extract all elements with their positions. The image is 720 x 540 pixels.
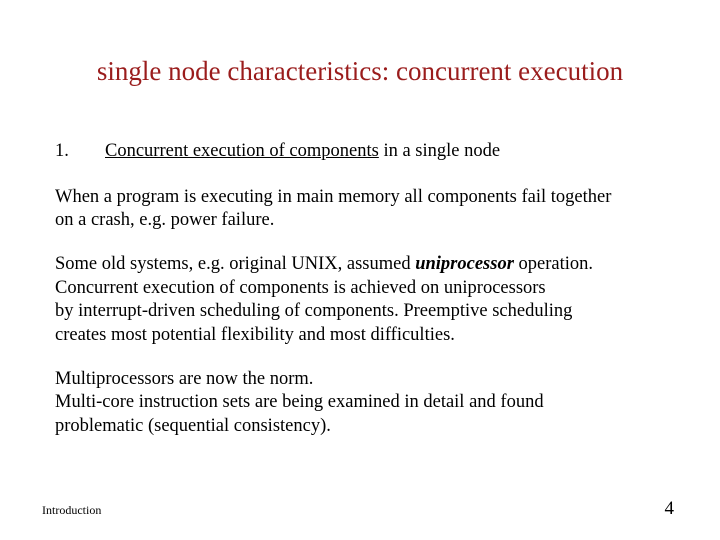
list-text: Concurrent execution of components in a … xyxy=(105,140,665,164)
text-line: operation. xyxy=(514,254,593,274)
heading-underlined: Concurrent execution of components xyxy=(105,141,379,161)
slide: single node characteristics: concurrent … xyxy=(0,0,720,540)
emphasis: uniprocessor xyxy=(415,254,514,274)
text-line: by interrupt-driven scheduling of compon… xyxy=(55,301,572,321)
list-item: 1. Concurrent execution of components in… xyxy=(55,140,665,164)
text-line: Multiprocessors are now the norm. xyxy=(55,369,313,389)
paragraph: Some old systems, e.g. original UNIX, as… xyxy=(55,253,665,348)
heading-rest: in a single node xyxy=(379,141,500,161)
slide-title: single node characteristics: concurrent … xyxy=(0,56,720,87)
text-line: problematic (sequential consistency). xyxy=(55,416,331,436)
text-line: Multi-core instruction sets are being ex… xyxy=(55,392,544,412)
text-line: When a program is executing in main memo… xyxy=(55,187,611,207)
footer-section-name: Introduction xyxy=(42,503,101,518)
page-number: 4 xyxy=(665,498,675,520)
text-line: Some old systems, e.g. original UNIX, as… xyxy=(55,254,415,274)
text-line: on a crash, e.g. power failure. xyxy=(55,210,274,230)
paragraph: When a program is executing in main memo… xyxy=(55,186,665,233)
list-number: 1. xyxy=(55,140,105,164)
text-line: creates most potential flexibility and m… xyxy=(55,325,455,345)
paragraph: Multiprocessors are now the norm. Multi-… xyxy=(55,368,665,439)
text-line: Concurrent execution of components is ac… xyxy=(55,278,546,298)
slide-body: 1. Concurrent execution of components in… xyxy=(55,140,665,459)
